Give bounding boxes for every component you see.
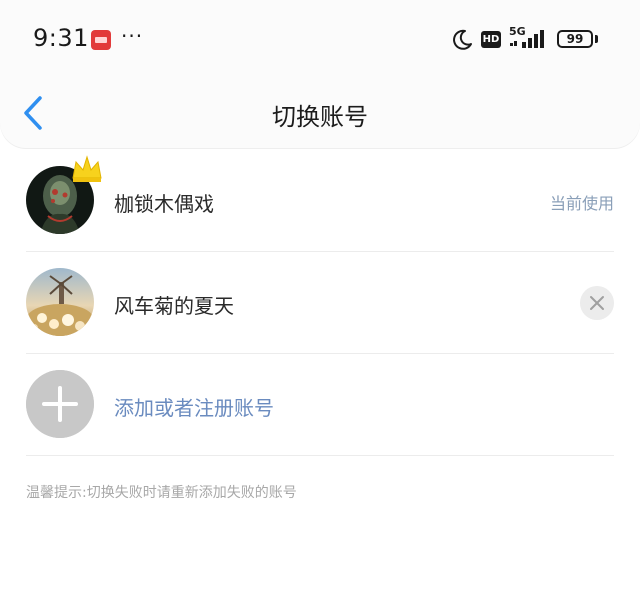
- app-notification-icon: [91, 30, 111, 50]
- do-not-disturb-moon-icon: [453, 29, 472, 50]
- switch-account-screen: 9:31 ··· HD 5G 99 切换账号 枷锁木偶戏 当前使用 风车菊的夏天…: [0, 0, 640, 616]
- hd-voice-icon: HD: [481, 31, 501, 48]
- add-account-row[interactable]: 添加或者注册账号: [0, 354, 640, 456]
- current-account-badge: 当前使用: [549, 194, 614, 213]
- account-name: 风车菊的夏天: [114, 294, 234, 318]
- account-row[interactable]: 风车菊的夏天: [0, 252, 640, 354]
- remove-account-button[interactable]: [580, 286, 614, 320]
- status-bar: 9:31 ··· HD 5G 99: [0, 0, 640, 80]
- battery-tip: [595, 35, 598, 43]
- signal-strength-icon: [510, 30, 544, 48]
- crown-icon: [72, 155, 102, 182]
- more-notifications-icon: ···: [121, 24, 144, 48]
- hint-text: 温馨提示:切换失败时请重新添加失败的账号: [26, 485, 297, 501]
- add-account-icon: [26, 370, 94, 438]
- add-account-label: 添加或者注册账号: [114, 396, 274, 420]
- account-name: 枷锁木偶戏: [114, 192, 214, 216]
- page-title: 切换账号: [272, 103, 368, 131]
- battery-level: 99: [557, 30, 593, 48]
- divider: [26, 455, 614, 456]
- avatar-image: [26, 268, 94, 336]
- header-card: 9:31 ··· HD 5G 99 切换账号: [0, 0, 640, 148]
- account-row-current[interactable]: 枷锁木偶戏 当前使用: [0, 150, 640, 252]
- avatar: [26, 268, 94, 336]
- status-time: 9:31: [33, 24, 89, 52]
